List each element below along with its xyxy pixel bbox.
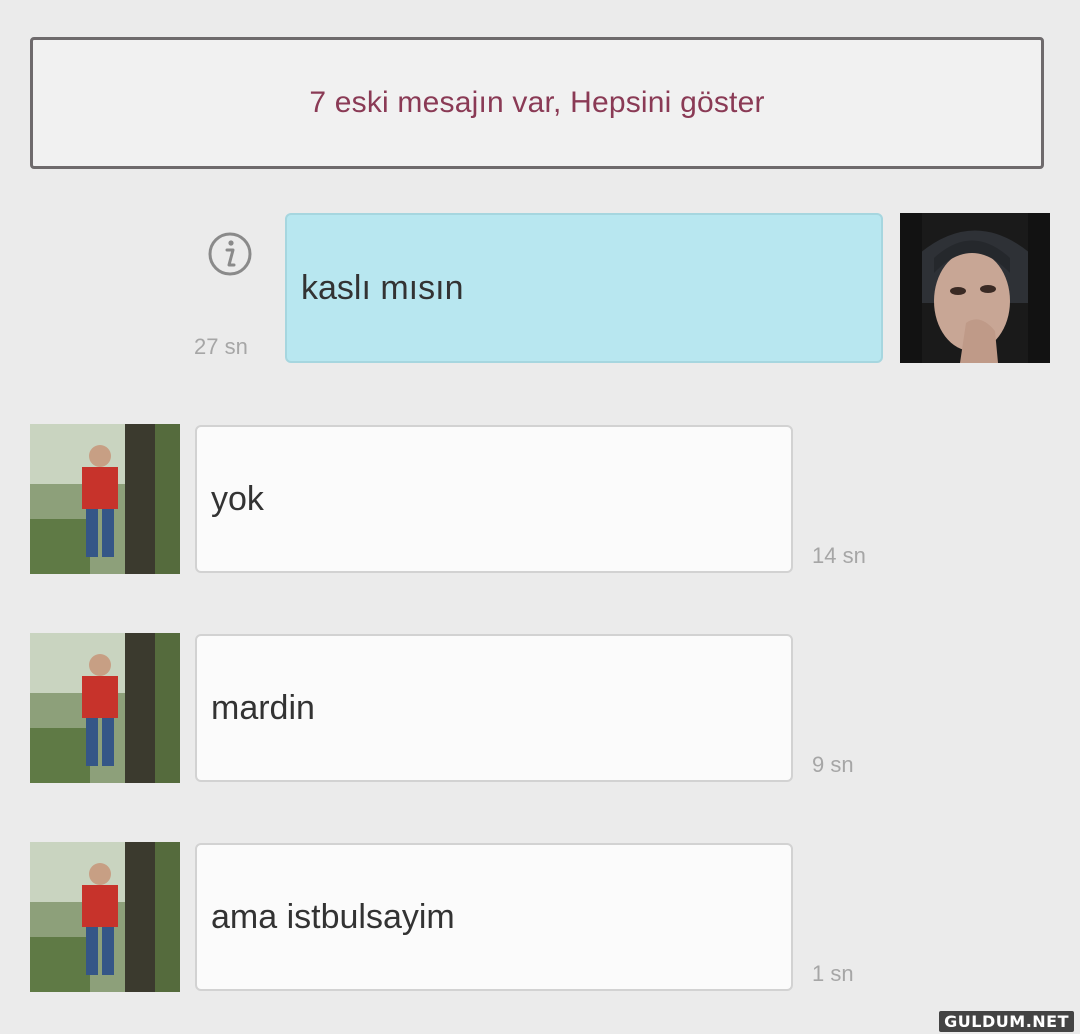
old-messages-label: 7 eski mesajın var, Hepsini göster: [309, 86, 765, 119]
received-message-bubble[interactable]: yok: [195, 425, 793, 573]
message-text: ama istbulsayim: [211, 897, 455, 936]
sender-avatar[interactable]: [900, 213, 1050, 363]
contact-avatar[interactable]: [30, 842, 180, 992]
message-timestamp: 1 sn: [812, 961, 854, 986]
show-old-messages-button[interactable]: 7 eski mesajın var, Hepsini göster: [30, 37, 1044, 169]
info-icon[interactable]: [206, 230, 254, 278]
received-message-bubble[interactable]: ama istbulsayim: [195, 843, 793, 991]
message-text: kaslı mısın: [301, 268, 464, 307]
contact-avatar[interactable]: [30, 633, 180, 783]
message-timestamp: 9 sn: [812, 752, 854, 777]
sent-message-bubble[interactable]: kaslı mısın: [285, 213, 883, 363]
watermark: GULDUM.NET: [939, 1011, 1074, 1032]
message-timestamp: 14 sn: [812, 543, 866, 568]
received-message-bubble[interactable]: mardin: [195, 634, 793, 782]
contact-avatar[interactable]: [30, 424, 180, 574]
message-timestamp: 27 sn: [194, 334, 248, 359]
message-text: yok: [211, 479, 264, 518]
message-text: mardin: [211, 688, 315, 727]
